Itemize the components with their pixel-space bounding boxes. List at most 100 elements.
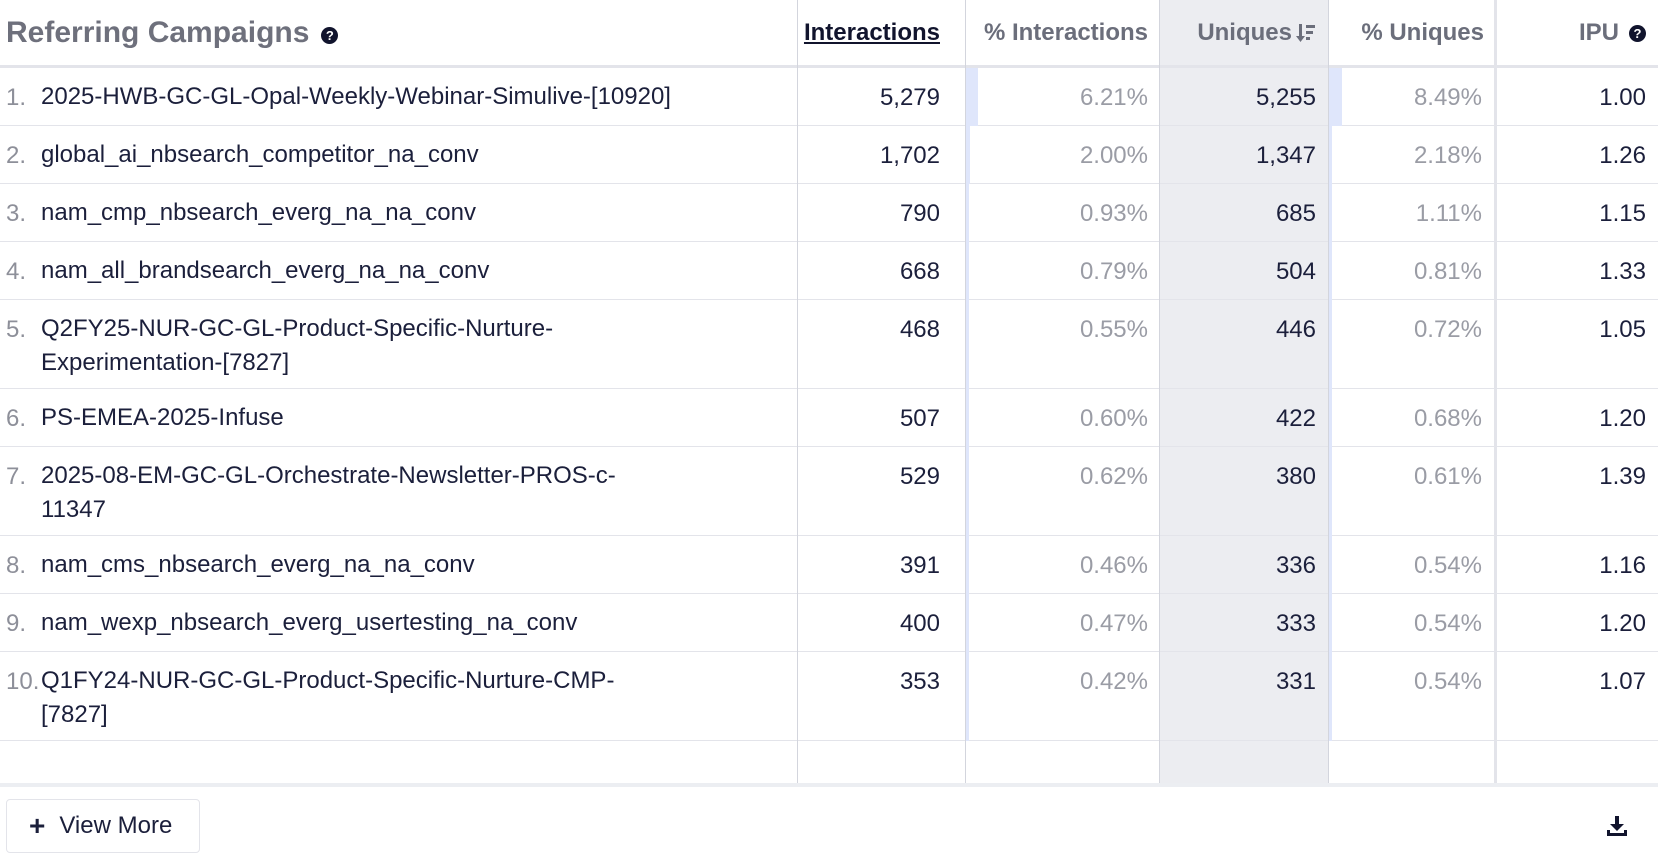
campaign-name[interactable]: global_ai_nbsearch_competitor_na_conv xyxy=(41,126,681,172)
pct-interactions-bar xyxy=(966,652,969,741)
column-header-uniques[interactable]: Uniques xyxy=(1160,0,1328,65)
pct-uniques-cell: 0.54% xyxy=(1329,536,1494,594)
campaign-name-line: 2025-HWB-GC-GL-Opal-Weekly-Webinar-Simul… xyxy=(41,83,671,110)
plus-icon: + xyxy=(29,810,46,841)
pct-uniques-value: 0.61% xyxy=(1413,463,1482,490)
pct-uniques-bar xyxy=(1329,594,1332,652)
pct-interactions-bar xyxy=(966,389,969,447)
table-row[interactable]: 3. nam_cmp_nbsearch_everg_na_na_conv 790 0.… xyxy=(0,184,1658,242)
pct-interactions-cell: 6.21% xyxy=(966,68,1160,126)
table-row[interactable]: 8. nam_cms_nbsearch_everg_na_na_conv 391 0.… xyxy=(0,536,1658,594)
table-row[interactable]: 4. nam_all_brandsearch_everg_na_na_conv 66… xyxy=(0,242,1658,300)
interactions-value: 507 xyxy=(899,405,940,432)
table-footer: + View More xyxy=(0,783,1658,856)
pct-interactions-bar xyxy=(966,536,969,594)
interactions-value: 353 xyxy=(899,668,940,695)
pct-uniques-bar xyxy=(1329,389,1332,447)
row-index: 9. xyxy=(6,610,27,637)
pct-uniques-value: 0.72% xyxy=(1413,316,1482,343)
ipu-value: 1.20 xyxy=(1599,610,1646,637)
download-icon[interactable] xyxy=(1606,815,1628,837)
pct-uniques-value: 0.81% xyxy=(1413,258,1482,285)
ipu-value: 1.15 xyxy=(1599,200,1646,227)
campaign-name[interactable]: nam_cms_nbsearch_everg_na_na_conv xyxy=(41,536,681,582)
uniques-value: 331 xyxy=(1275,668,1316,695)
help-icon[interactable]: ? xyxy=(1629,25,1646,42)
pct-uniques-bar xyxy=(1329,536,1332,594)
campaign-name[interactable]: 2025-HWB-GC-GL-Opal-Weekly-Webinar-Simul… xyxy=(41,68,681,114)
pct-interactions-bar xyxy=(966,300,969,389)
row-index: 7. xyxy=(6,463,27,490)
page-title: Referring Campaigns xyxy=(6,15,310,49)
table-row[interactable]: 5. Q2FY25-NUR-GC-GL-Product-Specific-Nurt… xyxy=(0,300,1658,389)
uniques-value: 446 xyxy=(1275,316,1316,343)
campaign-name-line: nam_wexp_nbsearch_everg_usertesting_na_c… xyxy=(41,609,578,636)
pct-interactions-bar xyxy=(966,594,969,652)
pct-uniques-cell: 0.54% xyxy=(1329,594,1494,652)
campaign-name-line: nam_cms_nbsearch_everg_na_na_conv xyxy=(41,551,475,578)
column-header-pct-uniques[interactable]: % Uniques xyxy=(1328,0,1496,65)
campaign-name-line: PS-EMEA-2025-Infuse xyxy=(41,404,284,431)
uniques-value: 336 xyxy=(1275,552,1316,579)
pct-interactions-value: 0.79% xyxy=(1079,258,1148,285)
table-row[interactable]: 6. PS-EMEA-2025-Infuse 507 0.60% 422 0.68% 1.2… xyxy=(0,389,1658,447)
pct-uniques-bar xyxy=(1329,447,1332,536)
pct-interactions-value: 0.60% xyxy=(1079,405,1148,432)
view-more-button[interactable]: + View More xyxy=(6,799,200,853)
pct-interactions-value: 6.21% xyxy=(1079,84,1148,111)
ipu-value: 1.33 xyxy=(1599,258,1646,285)
column-divider xyxy=(1159,0,1160,784)
uniques-value: 422 xyxy=(1275,405,1316,432)
pct-interactions-bar xyxy=(966,126,970,184)
row-index: 6. xyxy=(6,405,27,432)
table-row[interactable]: 7. 2025-08-EM-GC-GL-Orchestrate-Newslette… xyxy=(0,447,1658,536)
uniques-value: 5,255 xyxy=(1255,84,1316,111)
campaign-name[interactable]: 2025-08-EM-GC-GL-Orchestrate-Newsletter-… xyxy=(41,447,681,527)
ipu-value: 1.20 xyxy=(1599,405,1646,432)
campaign-name[interactable]: nam_wexp_nbsearch_everg_usertesting_na_c… xyxy=(41,594,681,640)
campaign-name[interactable]: nam_cmp_nbsearch_everg_na_na_conv xyxy=(41,184,681,230)
table-row[interactable]: 10. Q1FY24-NUR-GC-GL-Product-Specific-Nur… xyxy=(0,652,1658,741)
interactions-value: 1,702 xyxy=(879,142,940,169)
pct-uniques-value: 0.54% xyxy=(1413,610,1482,637)
column-header-interactions[interactable]: Interactions xyxy=(784,0,952,65)
campaign-name[interactable]: PS-EMEA-2025-Infuse xyxy=(41,389,681,435)
pct-uniques-bar xyxy=(1329,652,1332,741)
ipu-value: 1.16 xyxy=(1599,552,1646,579)
column-header-ipu[interactable]: IPU ? xyxy=(1496,0,1658,65)
ipu-value: 1.00 xyxy=(1599,84,1646,111)
campaign-name[interactable]: Q2FY25-NUR-GC-GL-Product-Specific-Nurtur… xyxy=(41,300,681,380)
uniques-value: 380 xyxy=(1275,463,1316,490)
pct-interactions-cell: 0.62% xyxy=(966,447,1160,536)
interactions-value: 529 xyxy=(899,463,940,490)
pct-uniques-value: 0.54% xyxy=(1413,552,1482,579)
table-row[interactable]: 9. nam_wexp_nbsearch_everg_usertesting_na… xyxy=(0,594,1658,652)
pct-interactions-value: 0.62% xyxy=(1079,463,1148,490)
pct-uniques-cell: 0.61% xyxy=(1329,447,1494,536)
pct-interactions-value: 0.93% xyxy=(1079,200,1148,227)
campaign-name-line: 2025-08-EM-GC-GL-Orchestrate-Newsletter-… xyxy=(41,462,616,489)
column-divider xyxy=(1328,0,1329,784)
campaign-name-line: 11347 xyxy=(41,496,106,523)
interactions-value: 5,279 xyxy=(879,84,940,111)
pct-interactions-value: 0.55% xyxy=(1079,316,1148,343)
help-icon[interactable]: ? xyxy=(321,27,339,44)
row-index: 1. xyxy=(6,84,27,111)
pct-uniques-value: 0.68% xyxy=(1413,405,1482,432)
pct-uniques-value: 2.18% xyxy=(1413,142,1482,169)
uniques-value: 504 xyxy=(1275,258,1316,285)
column-header-pct-interactions[interactable]: % Interactions xyxy=(952,0,1160,65)
campaign-name-line: nam_all_brandsearch_everg_na_na_conv xyxy=(41,257,490,284)
table-row[interactable]: 1. 2025-HWB-GC-GL-Opal-Weekly-Webinar-Sim… xyxy=(0,68,1658,126)
table-row[interactable]: 2. global_ai_nbsearch_competitor_na_conv 1… xyxy=(0,126,1658,184)
pct-uniques-cell: 0.72% xyxy=(1329,300,1494,389)
ipu-value: 1.07 xyxy=(1599,668,1646,695)
table-title: Referring Campaigns ? xyxy=(6,0,746,65)
campaign-name[interactable]: nam_all_brandsearch_everg_na_na_conv xyxy=(41,242,681,288)
uniques-value: 333 xyxy=(1275,610,1316,637)
pct-interactions-bar xyxy=(966,68,978,126)
campaign-name[interactable]: Q1FY24-NUR-GC-GL-Product-Specific-Nurtur… xyxy=(41,652,681,732)
sort-descending-icon xyxy=(1296,23,1315,42)
interactions-value: 468 xyxy=(899,316,940,343)
pct-uniques-bar xyxy=(1329,300,1332,389)
